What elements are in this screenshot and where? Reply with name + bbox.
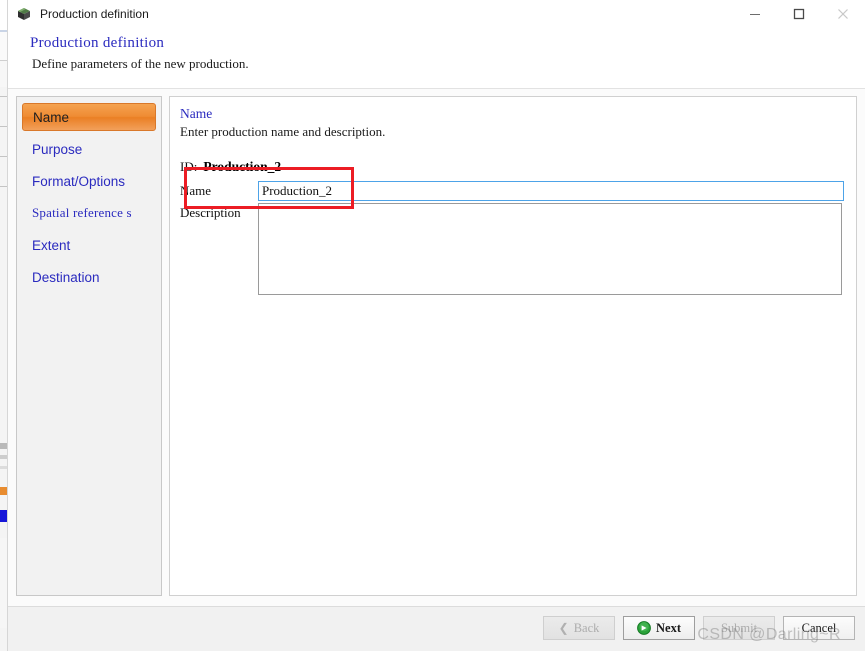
cube-icon bbox=[16, 6, 32, 22]
footer-button-group: ❮ Back Next Submit Cancel bbox=[543, 616, 855, 640]
submit-button-label: Submit bbox=[720, 620, 758, 635]
window-controls bbox=[733, 0, 865, 28]
production-form: ID: Production_2 Name Description bbox=[180, 157, 846, 295]
close-icon[interactable] bbox=[821, 0, 865, 28]
page-title: Production definition bbox=[30, 35, 165, 51]
green-arrow-right-icon bbox=[637, 621, 651, 635]
sidebar-item-label: Destination bbox=[32, 269, 100, 285]
sidebar-item-extent[interactable]: Extent bbox=[22, 231, 156, 259]
sidebar-item-spatial-reference-system[interactable]: Spatial reference s bbox=[22, 199, 156, 227]
description-row: Description bbox=[180, 203, 846, 295]
submit-button[interactable]: Submit bbox=[703, 616, 775, 640]
window-title: Production definition bbox=[40, 7, 149, 21]
id-value: Production_2 bbox=[203, 159, 282, 174]
next-button[interactable]: Next bbox=[623, 616, 695, 640]
sidebar-item-label: Purpose bbox=[32, 141, 83, 157]
maximize-icon[interactable] bbox=[777, 0, 821, 28]
sidebar-item-label: Name bbox=[33, 109, 70, 125]
page-subtitle: Define parameters of the new production. bbox=[32, 56, 249, 71]
name-row: Name bbox=[180, 181, 846, 201]
id-label: ID: bbox=[180, 159, 198, 174]
id-row: ID: Production_2 bbox=[180, 157, 846, 177]
name-label: Name bbox=[180, 183, 212, 198]
description-textarea[interactable] bbox=[258, 203, 842, 295]
dialog-body: Name Purpose Format/Options Spatial refe… bbox=[8, 88, 865, 607]
dialog-footer: ❮ Back Next Submit Cancel bbox=[8, 606, 865, 651]
sidebar-item-name[interactable]: Name bbox=[22, 103, 156, 131]
step-description: Enter production name and description. bbox=[180, 124, 386, 139]
step-content-inner: Name Enter production name and descripti… bbox=[170, 97, 856, 295]
sidebar-item-label: Format/Options bbox=[32, 173, 126, 189]
back-button[interactable]: ❮ Back bbox=[543, 616, 615, 640]
minimize-icon[interactable] bbox=[733, 0, 777, 28]
back-button-label: Back bbox=[573, 620, 600, 635]
sidebar-item-destination[interactable]: Destination bbox=[22, 263, 156, 291]
sidebar-item-format-options[interactable]: Format/Options bbox=[22, 167, 156, 195]
name-input[interactable] bbox=[258, 181, 844, 201]
production-definition-dialog: Production definition Production definit… bbox=[7, 0, 865, 651]
sidebar-item-label: Extent bbox=[32, 237, 71, 253]
cancel-button-label: Cancel bbox=[801, 620, 837, 635]
cancel-button[interactable]: Cancel bbox=[783, 616, 855, 640]
title-bar: Production definition bbox=[8, 0, 865, 28]
dialog-header: Production definition Define parameters … bbox=[8, 28, 865, 82]
step-title: Name bbox=[180, 106, 213, 121]
next-button-label: Next bbox=[656, 620, 681, 635]
chevron-left-icon: ❮ bbox=[558, 620, 569, 635]
sidebar-item-purpose[interactable]: Purpose bbox=[22, 135, 156, 163]
step-content-panel: Name Enter production name and descripti… bbox=[169, 96, 857, 596]
description-label: Description bbox=[180, 205, 241, 220]
sidebar-item-label: Spatial reference s bbox=[32, 205, 132, 220]
wizard-step-sidebar: Name Purpose Format/Options Spatial refe… bbox=[16, 96, 162, 596]
